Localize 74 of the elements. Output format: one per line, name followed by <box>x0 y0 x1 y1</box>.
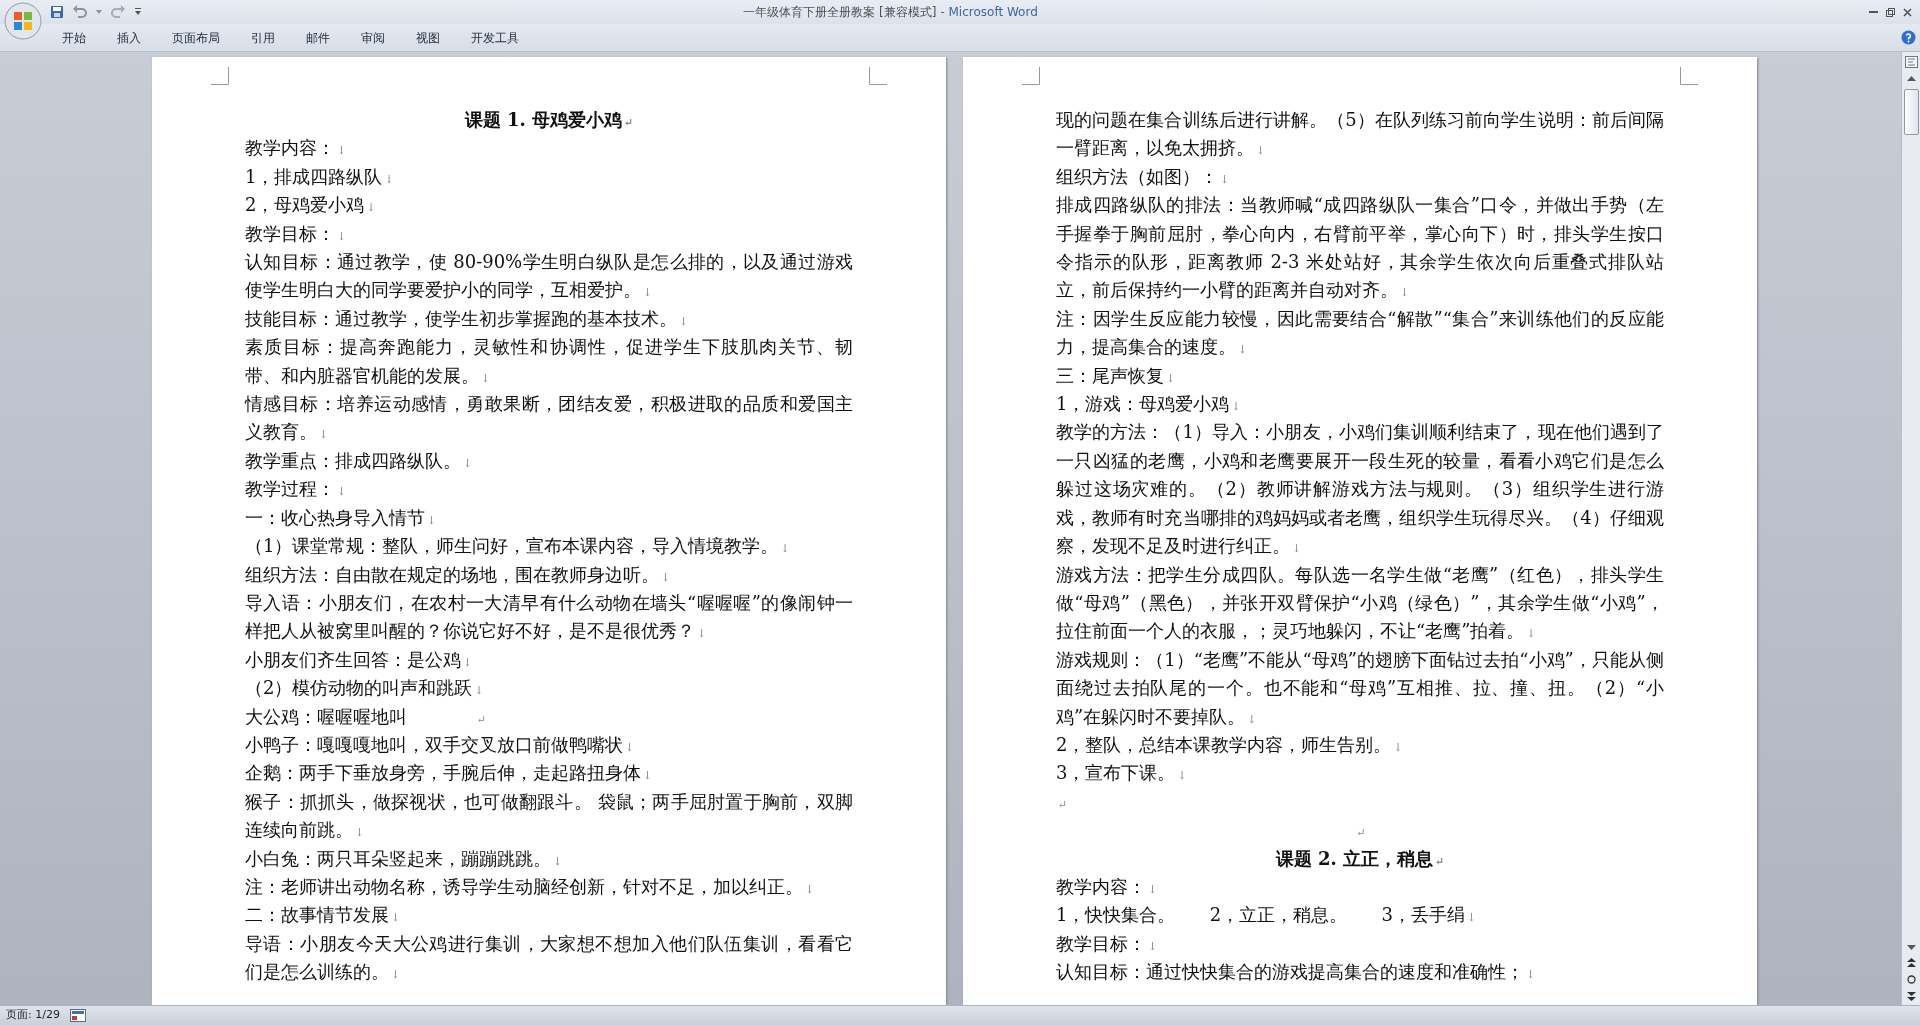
paragraph-text: 小鸭子：嘎嘎嘎地叫，双手交叉放口前做鸭嘴状↓ <box>245 732 636 757</box>
ribbon-tab[interactable]: 审阅 <box>351 25 395 50</box>
scroll-thumb[interactable] <box>1903 89 1919 135</box>
paragraph-text: 导语：小朋友今天大公鸡进行集训，大家想不想加入他们队伍集训，看看它们是怎么训练的。↓ <box>245 931 853 985</box>
paragraph-text: 教学目标：↓ <box>245 221 348 246</box>
paragraph-text: 注：因学生反应能力较慢，因此需要结合“解散”“集合”来训练他们的反应能力，提高集合的速度。↓ <box>1056 306 1664 360</box>
paragraph-text: 认知目标：通过教学，使 80-90%学生明白纵队是怎么排的，以及通过游戏使学生明白大的同学要爱护小的同学，互相爱护。↓ <box>245 250 853 303</box>
ribbon-tab[interactable]: 开始 <box>52 25 96 50</box>
document-icon[interactable] <box>69 1009 86 1022</box>
select-browse-icon[interactable] <box>1906 975 1916 984</box>
paragraph-text: 小白兔：两只耳朵竖起来，蹦蹦跳跳。↓ <box>245 846 564 871</box>
paragraph-text: 1，快快集合。 2，立正，稍息。 3，丢手绢↓ <box>1056 903 1478 928</box>
app-name: - Microsoft Word <box>940 4 1038 21</box>
ruler-icon[interactable] <box>1904 56 1918 68</box>
paragraph-text: 导入语：小朋友们，在农村一大清早有什么动物在墙头“喔喔喔”的像闹钟一样把人从被窝里叫醒的？你说它好不好，是不是很优秀？↓ <box>245 590 853 644</box>
ribbon-tab[interactable]: 视图 <box>406 25 450 50</box>
close-icon[interactable] <box>1903 7 1912 17</box>
paragraph-text: 教学内容：↓ <box>245 136 348 161</box>
paragraph-text: 现的问题在集合训练后进行讲解。（5）在队列练习前向学生说明：前后间隔一臂距离，以免太拥挤。↓ <box>1056 108 1664 161</box>
paragraph-text: 教学目标：↓ <box>1056 931 1159 956</box>
scroll-down-icon[interactable] <box>1906 945 1916 950</box>
scroll-up-icon[interactable] <box>1906 76 1916 81</box>
help-icon[interactable] <box>1901 30 1916 45</box>
paragraph-text: 3，宣布下课。↓ <box>1056 761 1188 786</box>
corner-mark <box>1680 67 1698 85</box>
save-icon[interactable] <box>50 5 64 19</box>
page-count[interactable]: 页面: 1/29 <box>6 1007 60 1024</box>
paragraph-text: 1，排成四路纵队↓ <box>245 164 395 189</box>
corner-mark <box>211 67 229 85</box>
paragraph-mark: ↵ <box>1057 796 1068 813</box>
paragraph-text: 注：老师讲出动物名称，诱导学生动脑经创新，针对不足，加以纠正。↓ <box>245 874 816 899</box>
paragraph-text: 游戏方法：把学生分成四队。每队选一名学生做“老鹰”（红色），排头学生做“母鸡”（黑色），并张开双臂保护“小鸡（绿色）”，其余学生做“小鸡”，拉住前面一个人的衣服，；灵巧地躲闪，不让“老鹰”拍着。↓ <box>1056 562 1664 644</box>
paragraph-text: 游戏规则：（1）“老鹰”不能从“母鸡”的翅膀下面钻过去拍“小鸡”，只能从侧面绕过去拍队尾的一个。也不能和“母鸡”互相推、拉、撞、扭。（2）“小鸡”在躲闪时不要掉队。↓ <box>1056 647 1664 729</box>
vertical-scrollbar[interactable] <box>1901 52 1920 1005</box>
paragraph-text: 认知目标：通过快快集合的游戏提高集合的速度和准确性；↓ <box>1056 960 1537 985</box>
paragraph-text: 1，游戏：母鸡爱小鸡↓ <box>1056 392 1242 417</box>
ribbon-tab[interactable]: 邮件 <box>296 25 340 50</box>
paragraph-text: 情感目标：培养运动感情，勇敢果断，团结友爱，积极进取的品质和爱国主义教育。↓ <box>245 392 853 445</box>
undo-icon[interactable] <box>72 5 88 19</box>
paragraph-mark: ↵ <box>1355 825 1366 842</box>
corner-mark <box>1022 67 1040 85</box>
paragraph-text: （2）模仿动物的叫声和跳跃↓ <box>245 676 485 701</box>
paragraph-text: 素质目标：提高奔跑能力，灵敏性和协调性，促进学生下肢肌肉关节、韧带、和内脏器官机能的发展。↓ <box>245 335 853 388</box>
paragraph-text: 教学重点：排成四路纵队。↓ <box>245 448 474 473</box>
ribbon-tab[interactable]: 引用 <box>241 25 285 50</box>
paragraph-text: 教学的方法：（1）导入：小朋友，小鸡们集训顺利结束了，现在他们遇到了一只凶猛的老鹰，小鸡和老鹰要展开一段生死的较量，看看小鸡它们是怎么躲过这场灾难的。（2）教师讲解游戏方法与规则。（3）组织学生进行游戏，教师有时充当哪排的鸡妈妈或者老鹰，组织学生玩得尽兴。（4）仔细观察，发现不足及时进行纠正。↓ <box>1056 420 1664 559</box>
paragraph-text: 2，整队，总结本课教学内容，师生告别。↓ <box>1056 732 1404 757</box>
next-page-icon[interactable] <box>1906 992 1916 1001</box>
lesson-heading: 课题 1. 母鸡爱小鸡↵ <box>463 108 635 132</box>
corner-mark <box>869 67 887 85</box>
paragraph-text: 2，母鸡爱小鸡↓ <box>245 193 377 218</box>
paragraph-text: （1）课堂常规：整队，师生问好，宣布本课内容，导入情境教学。↓ <box>245 534 791 559</box>
paragraph-text: 二：故事情节发展↓ <box>245 903 402 928</box>
restore-icon[interactable] <box>1886 7 1895 17</box>
paragraph-text: 企鹅：两手下垂放身旁，手腕后伸，走起路扭身体↓ <box>245 761 654 786</box>
paragraph-text: 大公鸡：喔喔喔地叫 ↵ <box>245 704 488 729</box>
paragraph-text: 猴子：抓抓头，做探视状，也可做翻跟斗。 袋鼠；两手屈肘置于胸前，双脚连续向前跳。↓ <box>245 789 853 843</box>
paragraph-text: 小朋友们齐生回答：是公鸡↓ <box>245 647 474 672</box>
paragraph-text: 组织方法：自由散在规定的场地，围在教师身边听。↓ <box>245 562 672 587</box>
window-title: 一年级体育下册全册教案 [兼容模式] <box>743 4 937 21</box>
paragraph-text: 一：收心热身导入情节↓ <box>245 505 438 530</box>
ribbon-tab[interactable]: 开发工具 <box>461 25 529 50</box>
lesson-heading: 课题 2. 立正，稍息↵ <box>1274 846 1446 871</box>
previous-page-icon[interactable] <box>1906 958 1916 967</box>
customize-caret-icon[interactable] <box>134 8 142 16</box>
paragraph-text: 排成四路纵队的排法：当教师喊“成四路纵队一集合”口令，并做出手势（左手握拳于胸前屈肘，拳心向内，右臂前平举，掌心向下）时，排头学生按口令指示的队形，距离教师 2-3 米处站好，其余学生依次向后重叠式排队站立，前后保持约一小臂的距离并自动对齐。↓ <box>1056 193 1664 303</box>
paragraph-text: 教学内容：↓ <box>1056 874 1159 899</box>
ribbon-tab[interactable]: 插入 <box>107 25 151 50</box>
minimize-icon[interactable] <box>1869 10 1878 14</box>
paragraph-text: 技能目标：通过教学，使学生初步掌握跑的基本技术。↓ <box>245 306 690 331</box>
paragraph-text: 组织方法（如图）：↓ <box>1056 164 1231 189</box>
paragraph-text: 三：尾声恢复↓ <box>1056 363 1177 388</box>
ribbon-tab[interactable]: 页面布局 <box>162 25 230 50</box>
paragraph-text: 教学过程：↓ <box>245 477 348 502</box>
